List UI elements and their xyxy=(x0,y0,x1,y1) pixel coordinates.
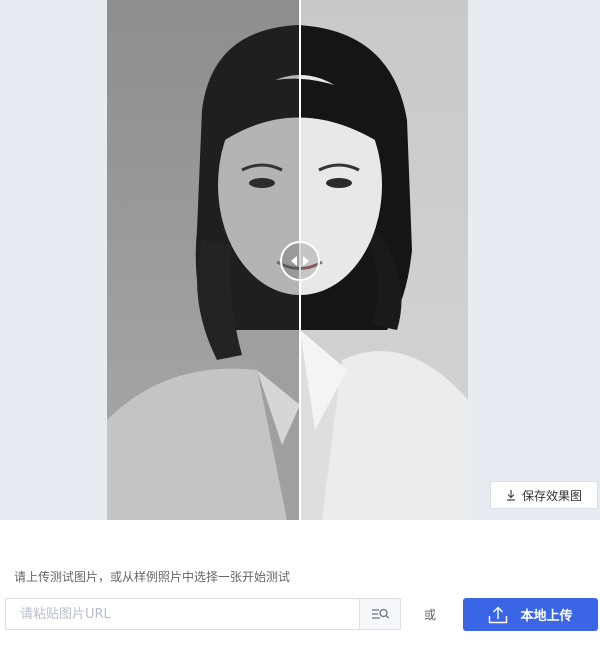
local-upload-label: 本地上传 xyxy=(520,609,573,624)
save-result-button[interactable]: 保存效果图 xyxy=(490,481,598,509)
url-input-group xyxy=(5,598,401,630)
download-icon xyxy=(506,489,515,501)
compare-slider-handle[interactable] xyxy=(280,241,320,281)
upload-icon xyxy=(489,606,508,623)
url-search-button[interactable] xyxy=(359,599,400,629)
save-result-label: 保存效果图 xyxy=(521,488,582,503)
or-separator: 或 xyxy=(424,608,437,622)
left-right-arrows-icon xyxy=(291,256,309,266)
compare-area: 保存效果图 xyxy=(0,0,600,520)
image-search-icon xyxy=(372,608,389,619)
local-upload-button[interactable]: 本地上传 xyxy=(463,598,598,631)
image-url-input[interactable] xyxy=(6,599,359,629)
upload-hint: 请上传测试图片，或从样例照片中选择一张开始测试 xyxy=(14,570,291,584)
